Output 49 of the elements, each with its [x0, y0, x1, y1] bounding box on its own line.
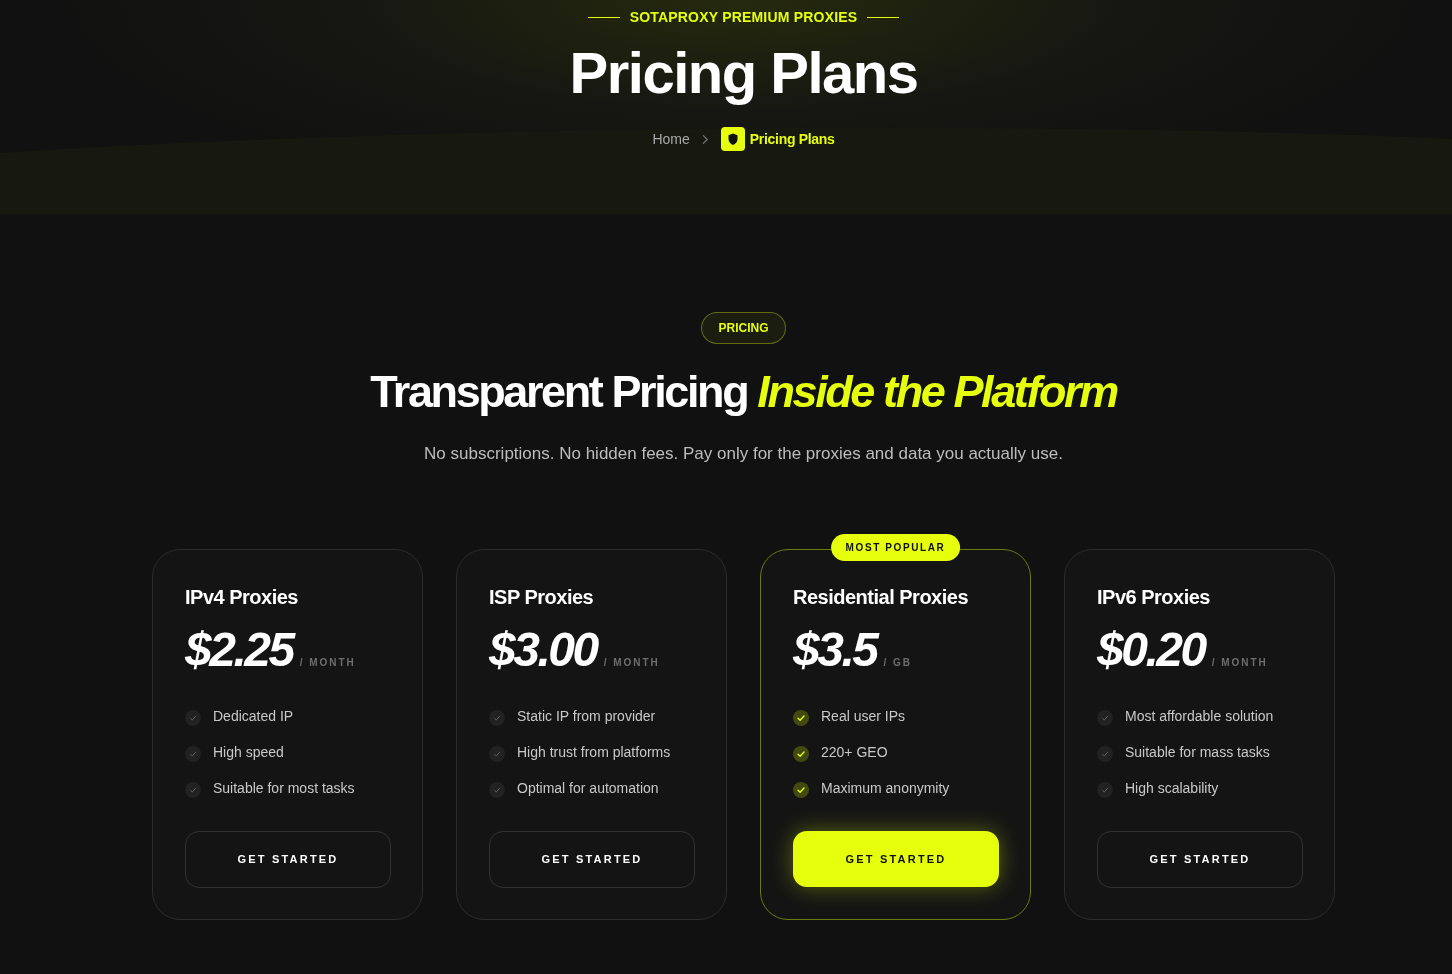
check-icon [489, 745, 505, 762]
feature-text: Dedicated IP [213, 706, 294, 726]
check-icon [1097, 781, 1113, 798]
feature-text: 220+ GEO [821, 742, 888, 762]
page-title: Pricing Plans [569, 39, 918, 107]
price-unit: / MONTH [299, 656, 356, 670]
check-icon [489, 781, 505, 798]
check-icon [1097, 709, 1113, 726]
feature-text: High trust from platforms [517, 742, 671, 762]
get-started-button[interactable]: GET STARTED [1097, 831, 1303, 888]
breadcrumb-link[interactable]: Home [652, 128, 690, 150]
plan-name: ISP Proxies [489, 585, 595, 609]
plan-price: $3.5 [793, 624, 879, 676]
feature-text: Suitable for most tasks [213, 778, 355, 798]
feature-text: Static IP from provider [517, 706, 656, 726]
feature-text: High scalability [1125, 778, 1219, 798]
price-unit: / GB [883, 656, 912, 670]
check-icon [793, 745, 809, 762]
check-icon [185, 745, 201, 762]
price-unit: / MONTH [603, 656, 660, 670]
check-icon [1097, 745, 1113, 762]
get-started-button[interactable]: GET STARTED [489, 831, 695, 888]
check-icon [489, 709, 505, 726]
price-unit: / MONTH [1211, 656, 1268, 670]
section-heading: Transparent Pricing Inside the Platform [370, 366, 1117, 418]
feature-text: Optimal for automation [517, 778, 659, 798]
chevron-right-icon [701, 133, 709, 145]
plan-name: Residential Proxies [793, 585, 970, 609]
feature-text: High speed [213, 742, 284, 762]
check-icon [793, 709, 809, 726]
plan-name: IPv4 Proxies [185, 585, 299, 609]
popular-badge: MOST POPULAR [830, 534, 961, 561]
eyebrow-text: SOTAPROXY PREMIUM PROXIES [629, 9, 858, 25]
feature-text: Real user IPs [821, 706, 906, 726]
section-subtitle: No subscriptions. No hidden fees. Pay only for the proxies and data you actually use. [424, 443, 1063, 465]
plan-price: $0.20 [1097, 624, 1207, 676]
feature-text: Suitable for mass tasks [1125, 742, 1270, 762]
breadcrumb-current: Pricing Plans [749, 129, 835, 149]
check-icon [793, 781, 809, 798]
feature-text: Maximum anonymity [821, 778, 950, 798]
get-started-button[interactable]: GET STARTED [185, 831, 391, 888]
check-icon [185, 781, 201, 798]
get-started-button[interactable]: GET STARTED [793, 831, 999, 887]
check-icon [185, 709, 201, 726]
plan-price: $3.00 [489, 624, 599, 676]
plan-name: IPv6 Proxies [1097, 585, 1211, 609]
feature-text: Most affordable solution [1125, 706, 1274, 726]
plan-price: $2.25 [185, 624, 296, 676]
section-badge: PRICING [701, 312, 786, 344]
